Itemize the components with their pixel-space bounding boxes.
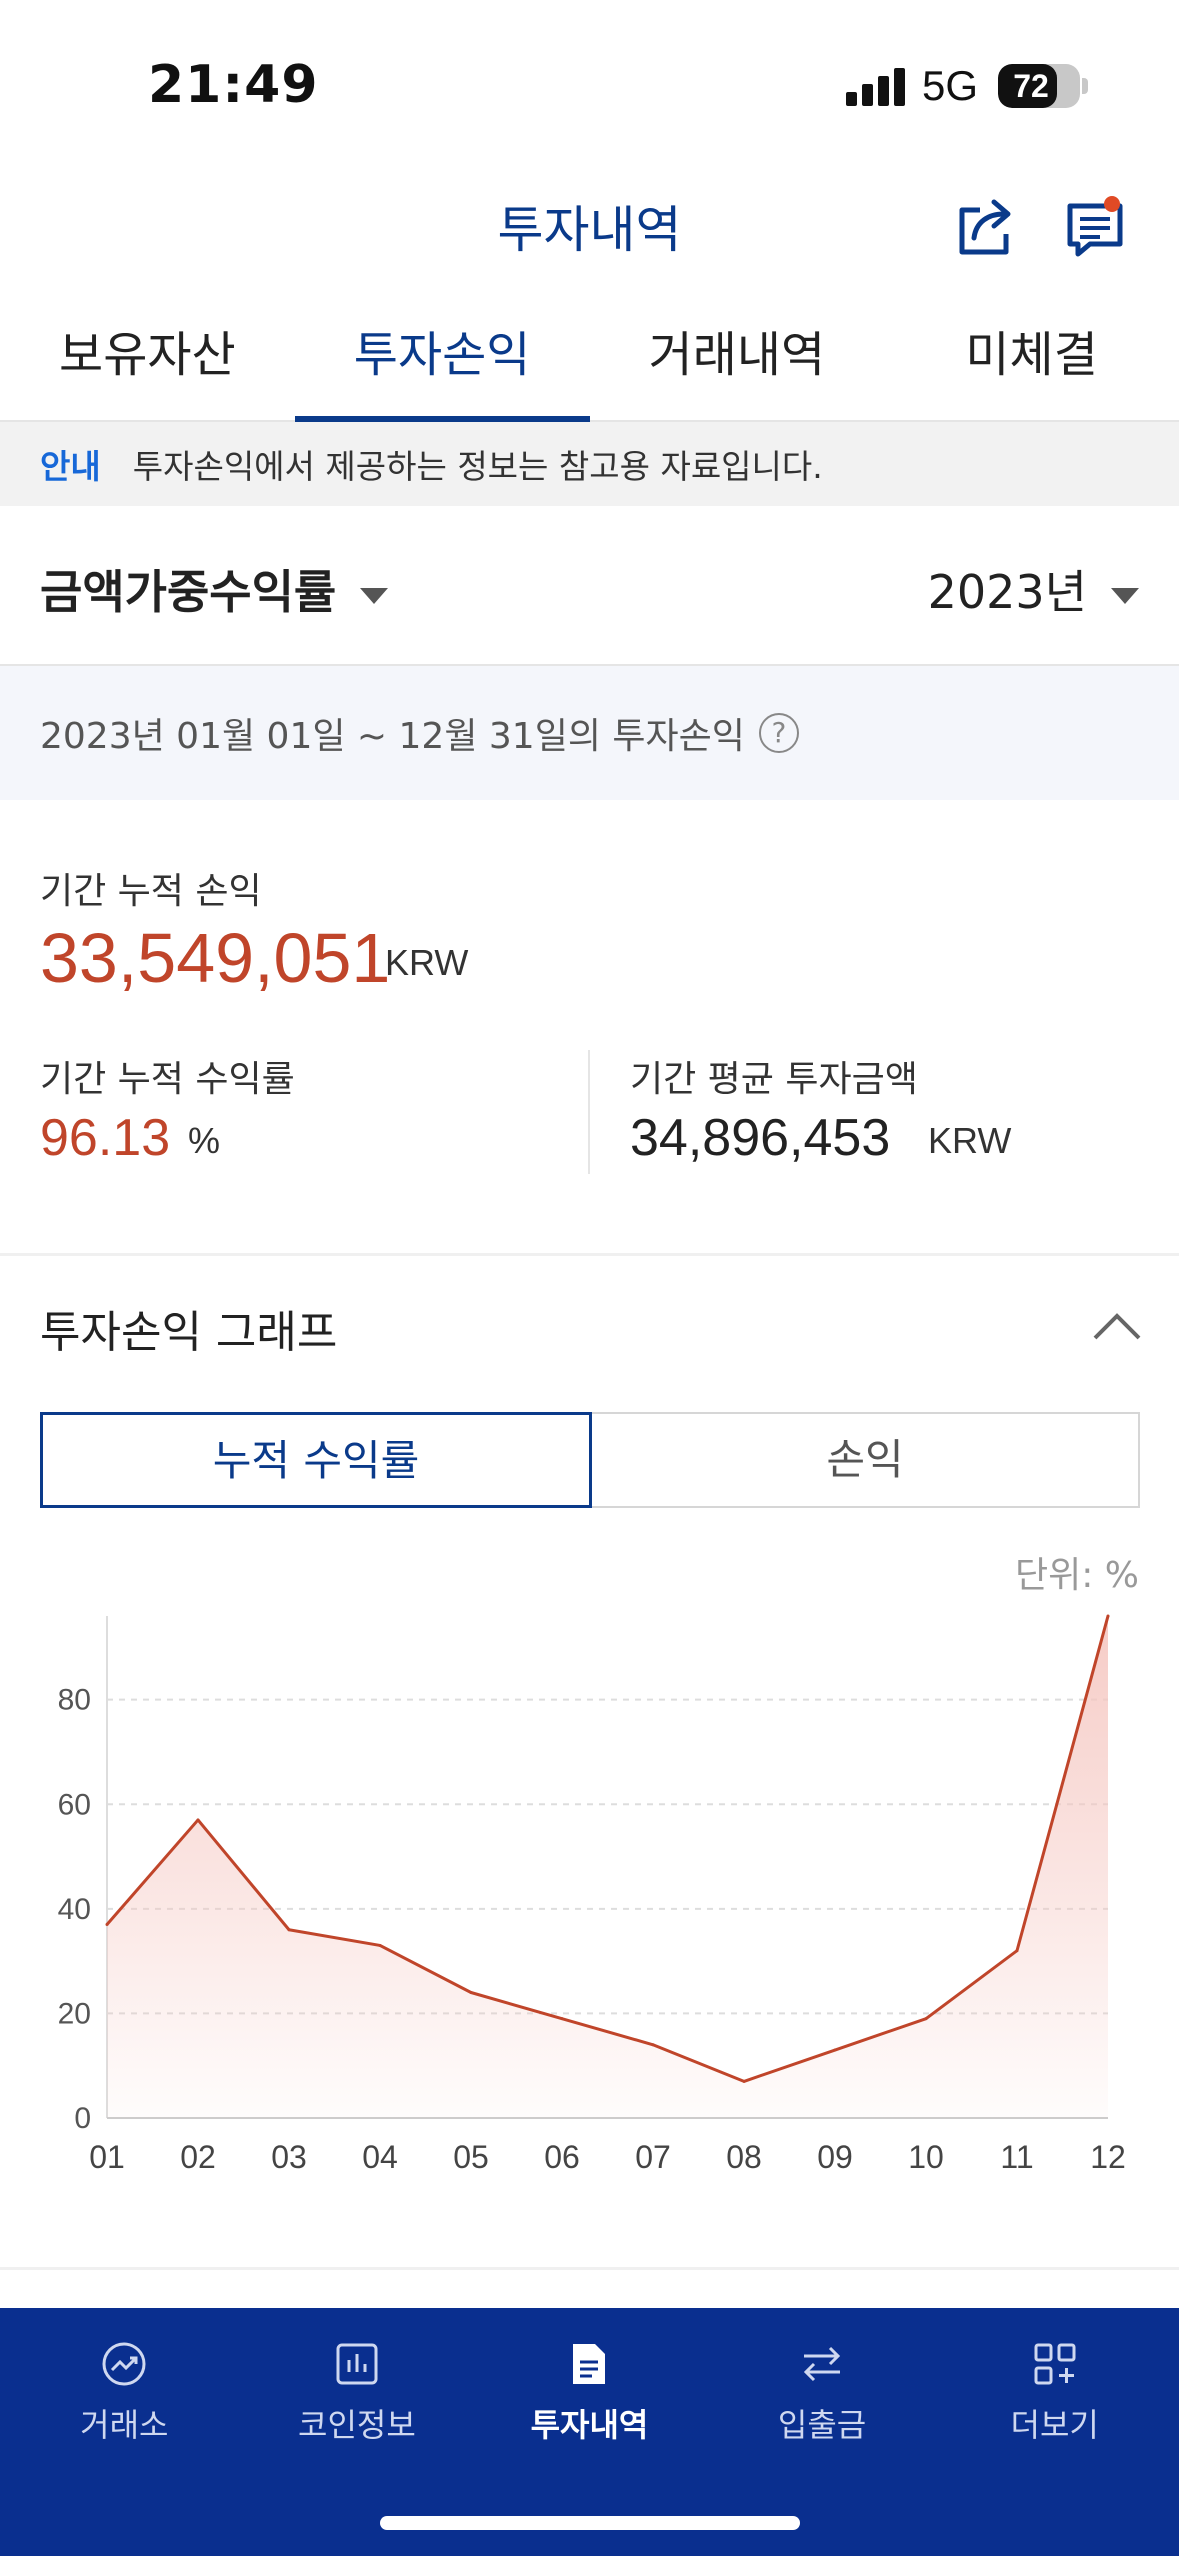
cum-pl-unit: KRW xyxy=(385,942,469,983)
bar-chart-icon xyxy=(336,2343,378,2385)
home-indicator xyxy=(380,2516,800,2530)
cum-pl-label: 기간 누적 손익 xyxy=(40,871,262,912)
x-tick-label: 05 xyxy=(453,2139,489,2175)
document-icon xyxy=(573,2344,606,2384)
transfer-arrows-icon xyxy=(803,2346,841,2382)
collapse-button[interactable] xyxy=(1091,1306,1143,1346)
battery-cap xyxy=(1082,78,1088,94)
nav-label: 더보기 xyxy=(1010,2406,1099,2444)
x-tick-label: 03 xyxy=(271,2139,307,2175)
data-point xyxy=(742,2079,746,2083)
x-tick-label: 08 xyxy=(726,2139,762,2175)
chevron-down-icon xyxy=(360,587,389,604)
period-banner: 2023년 01월 01일 ~ 12월 31일의 투자손익 ? xyxy=(0,666,1179,800)
battery-percent: 72 xyxy=(1013,68,1049,104)
grid-plus-icon xyxy=(1034,2343,1076,2385)
data-point xyxy=(1106,1614,1110,1618)
tab-open-orders[interactable]: 미체결 xyxy=(884,300,1179,420)
signal-icon xyxy=(846,68,906,106)
exchange-chart-icon xyxy=(102,2342,146,2386)
info-notice: 안내 투자손익에서 제공하는 정보는 참고용 자료입니다. xyxy=(0,422,1179,506)
nav-label: 투자내역 xyxy=(530,2406,649,2444)
cumulative-return-chart: 0 20 40 60 80 01 02 03 04 05 06 07 08 09 10 11 12 xyxy=(58,1614,1126,2175)
x-tick-label: 01 xyxy=(89,2139,125,2175)
data-point xyxy=(924,2017,928,2021)
x-tick-label: 06 xyxy=(544,2139,580,2175)
profit-graph-section: 투자손익 그래프 누적 수익률 손익 단위: % 0 20 40 60 80 01 02 03… xyxy=(0,1256,1179,2270)
data-point xyxy=(105,1923,109,1927)
data-point xyxy=(560,2017,564,2021)
tab-bar: 보유자산 투자손익 거래내역 미체결 xyxy=(0,300,1179,422)
data-point xyxy=(378,1943,382,1947)
network-type: 5G xyxy=(922,62,979,109)
chevron-down-icon xyxy=(1111,587,1139,604)
x-tick-label: 11 xyxy=(1000,2139,1033,2175)
graph-title: 투자손익 그래프 xyxy=(40,1307,338,1358)
unit-label: 단위: % xyxy=(1014,1555,1139,1596)
help-icon[interactable]: ? xyxy=(758,713,799,753)
year-selector[interactable]: 2023년 xyxy=(928,556,1139,622)
x-tick-label: 12 xyxy=(1090,2139,1126,2175)
tab-transactions[interactable]: 거래내역 xyxy=(590,300,885,420)
tab-holdings[interactable]: 보유자산 xyxy=(0,300,295,420)
nav-more[interactable]: 더보기 xyxy=(938,2308,1171,2556)
status-bar: 21:49 5G 72 xyxy=(0,0,1179,170)
y-tick-label: 60 xyxy=(58,1788,91,1821)
area-fill xyxy=(107,1616,1108,2118)
graph-mode-toggle: 누적 수익률 손익 xyxy=(40,1412,1140,1508)
year-label: 2023년 xyxy=(927,565,1087,619)
nav-label: 거래소 xyxy=(80,2406,169,2444)
share-button[interactable] xyxy=(950,192,1020,262)
notification-dot xyxy=(1104,196,1120,212)
metric-selector[interactable]: 금액가중수익률 xyxy=(40,556,389,622)
share-icon xyxy=(959,199,1011,255)
avg-invest-value: 34,896,453 xyxy=(630,1109,891,1167)
filter-row: 금액가중수익률 2023년 xyxy=(0,506,1179,666)
seg-cumulative-rate[interactable]: 누적 수익률 xyxy=(40,1412,592,1508)
metric-label: 금액가중수익률 xyxy=(40,565,337,619)
chevron-up-icon xyxy=(1093,1313,1141,1340)
cum-rate-unit: % xyxy=(188,1120,221,1161)
cum-pl-value: 33,549,051 xyxy=(40,919,391,997)
y-tick-label: 40 xyxy=(58,1893,91,1926)
nav-exchange[interactable]: 거래소 xyxy=(8,2308,241,2556)
notice-label: 안내 xyxy=(40,447,101,486)
divider xyxy=(588,1050,590,1174)
y-tick-label: 80 xyxy=(58,1684,91,1717)
page-header: 투자내역 xyxy=(0,170,1179,280)
y-tick-label: 0 xyxy=(74,2102,91,2135)
battery-icon: 72 xyxy=(998,64,1080,108)
nav-label: 입출금 xyxy=(777,2406,867,2444)
seg-profit-loss[interactable]: 손익 xyxy=(592,1412,1140,1508)
x-tick-label: 09 xyxy=(817,2139,853,2175)
nav-label: 코인정보 xyxy=(298,2406,416,2444)
data-point xyxy=(651,2043,655,2047)
data-point xyxy=(1015,1949,1019,1953)
x-tick-label: 04 xyxy=(362,2139,398,2175)
data-point xyxy=(833,2048,837,2052)
x-tick-label: 07 xyxy=(635,2139,671,2175)
x-tick-label: 10 xyxy=(908,2139,944,2175)
tab-profit-loss[interactable]: 투자손익 xyxy=(294,300,590,422)
data-point xyxy=(196,1818,200,1822)
cum-rate-label: 기간 누적 수익률 xyxy=(40,1059,295,1100)
period-text: 2023년 01월 01일 ~ 12월 31일의 투자손익 xyxy=(40,716,745,757)
notice-text: 투자손익에서 제공하는 정보는 참고용 자료입니다. xyxy=(132,447,823,486)
data-point xyxy=(287,1928,291,1932)
avg-invest-label: 기간 평균 투자금액 xyxy=(630,1059,918,1100)
avg-invest-unit: KRW xyxy=(928,1120,1012,1161)
summary-panel: 기간 누적 손익 33,549,051 KRW 기간 누적 수익률 96.13 … xyxy=(0,800,1179,1256)
y-tick-label: 20 xyxy=(58,1997,91,2030)
status-time: 21:49 xyxy=(148,55,319,115)
cum-rate-value: 96.13 xyxy=(40,1109,171,1167)
x-tick-label: 02 xyxy=(180,2139,216,2175)
data-point xyxy=(469,1991,473,1994)
